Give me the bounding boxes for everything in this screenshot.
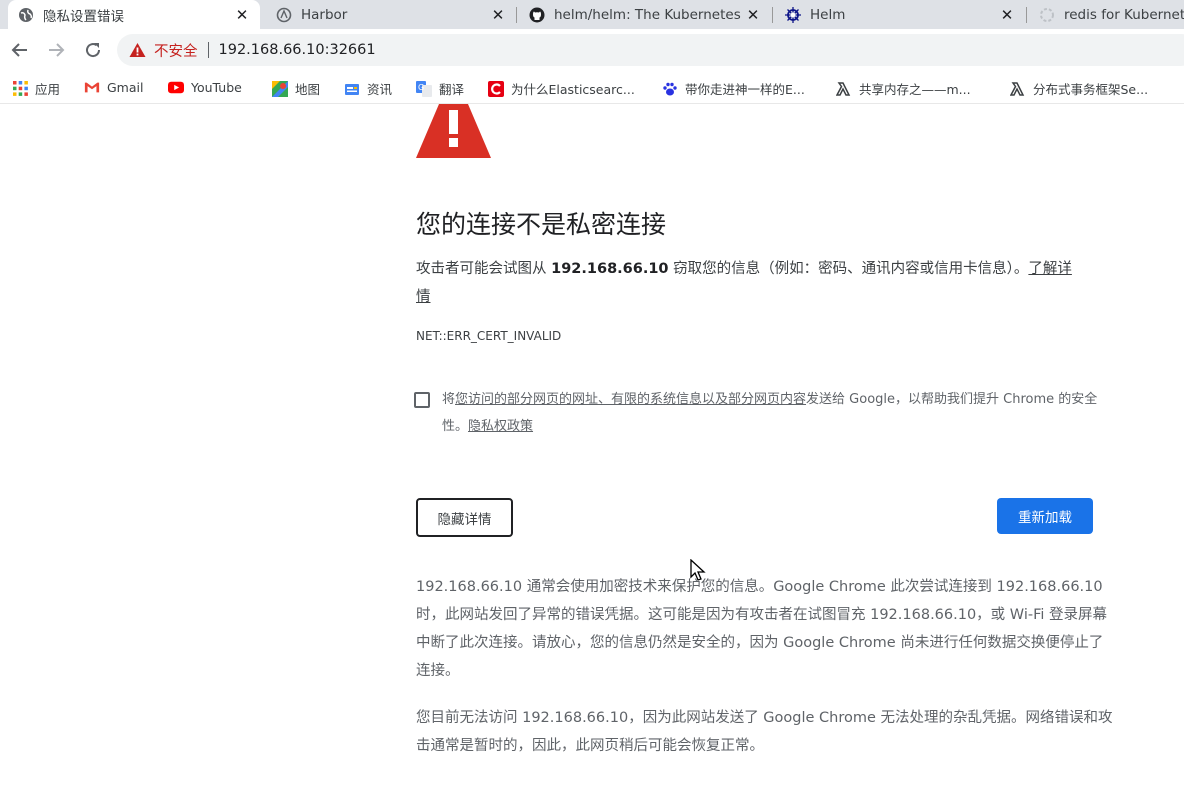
mouse-cursor-icon [690,558,706,583]
back-arrow-icon [11,43,27,57]
bookmark-distributed-tx[interactable]: 分布式事务框架Se... [1010,79,1148,98]
lambda-icon [1010,81,1026,97]
reload-page-button[interactable]: 重新加载 [997,498,1093,534]
bookmark-label: Gmail [107,79,144,95]
globe-icon [18,7,34,23]
not-secure-label[interactable]: 不安全 [154,40,198,61]
tab-title: 隐私设置错误 [43,8,124,25]
close-tab-icon[interactable]: ✕ [999,6,1015,24]
tab-helm-github[interactable]: helm/helm: The Kubernetes ✕ [519,0,771,29]
privacy-policy-link[interactable]: 隐私权政策 [468,419,533,434]
bookmark-apps[interactable]: 应用 [12,79,60,98]
bookmark-youtube[interactable]: YouTube [168,79,242,95]
forward-button[interactable] [43,37,69,63]
bookmark-baidu[interactable]: 带你走进神一样的E... [662,79,805,98]
forward-arrow-icon [49,43,65,57]
close-tab-icon[interactable]: ✕ [745,6,761,24]
github-icon [529,7,545,23]
tab-title: Harbor [301,6,348,23]
message-text: 窃取您的信息（例如：密码、通讯内容或信用卡信息）。 [668,261,1029,277]
tab-redis[interactable]: redis for Kubernetes [1029,0,1184,29]
url-text[interactable]: 192.168.66.10:32661 [219,42,376,58]
details-paragraph: 您目前无法访问 192.168.66.10，因为此网站发送了 Google Ch… [416,710,1113,754]
details-paragraph: 192.168.66.10 通常会使用加密技术来保护您的信息。Google Ch… [416,579,1107,679]
translate-icon: G [416,80,432,97]
tab-separator [772,7,773,23]
bookmark-label: YouTube [191,79,242,95]
host-name: 192.168.66.10 [551,261,669,277]
bookmark-label: 资讯 [367,82,393,97]
optin-label: 将您访问的部分网页的网址、有限的系统信息以及部分网页内容发送给 Google，以… [442,386,1102,440]
lambda-icon [836,81,852,97]
tab-helm[interactable]: Helm ✕ [775,0,1025,29]
warning-triangle-icon [416,104,491,158]
helm-icon [785,6,801,23]
hide-details-button[interactable]: 隐藏详情 [416,498,513,537]
error-code: NET::ERR_CERT_INVALID [416,329,562,343]
tab-separator [516,7,517,23]
bookmark-label: 翻译 [439,82,465,97]
tab-strip: 隐私设置错误 ✕ Harbor ✕ helm/helm: The Kuberne… [0,0,1184,29]
svg-text:G: G [418,83,424,92]
news-icon [344,81,360,97]
tab-privacy-error[interactable]: 隐私设置错误 ✕ [8,0,260,29]
tab-title: Helm [810,6,846,23]
bookmark-maps[interactable]: 地图 [272,79,320,98]
csdn-icon [488,80,504,97]
bookmark-translate[interactable]: G 翻译 [416,79,464,98]
refresh-icon [86,43,101,58]
bookmark-label: 共享内存之——m... [859,82,971,97]
bookmark-label: 分布式事务框架Se... [1033,82,1149,97]
warning-triangle-icon[interactable] [129,42,146,58]
reload-button[interactable] [80,37,106,63]
bookmark-shared-memory[interactable]: 共享内存之——m... [836,79,971,98]
tab-title: helm/helm: The Kubernetes [554,6,741,23]
back-button[interactable] [7,37,33,63]
page-title: 您的连接不是私密连接 [416,210,667,239]
close-tab-icon[interactable]: ✕ [490,6,506,24]
bookmark-label: 为什么Elasticsearc... [511,82,635,97]
youtube-icon [168,79,184,95]
loading-icon [1039,7,1055,23]
address-bar[interactable]: 不安全 192.168.66.10:32661 [117,34,1184,66]
tab-title: redis for Kubernetes [1064,6,1184,23]
bookmarks-bar: 应用 Gmail YouTube 地图 资讯 G 翻译 为什么Elasticse… [0,71,1184,104]
apps-grid-icon [12,81,28,97]
tab-harbor[interactable]: Harbor ✕ [266,0,516,29]
report-optin-checkbox[interactable] [414,392,430,408]
bookmark-label: 地图 [295,82,321,97]
close-tab-icon[interactable]: ✕ [234,6,250,24]
bookmark-elasticsearch[interactable]: 为什么Elasticsearc... [488,79,635,98]
main-message: 攻击者可能会试图从 192.168.66.10 窃取您的信息（例如：密码、通讯内… [416,255,1076,311]
message-text: 攻击者可能会试图从 [416,261,552,277]
maps-icon [272,80,288,97]
bookmark-gmail[interactable]: Gmail [84,79,143,95]
bookmark-news[interactable]: 资讯 [344,79,392,98]
optin-details-link[interactable]: 您访问的部分网页的网址、有限的系统信息以及部分网页内容 [455,392,806,407]
tab-separator [1026,7,1027,23]
browser-toolbar: 不安全 192.168.66.10:32661 [0,29,1184,71]
bookmark-label: 带你走进神一样的E... [685,82,805,97]
optin-text: 将 [442,392,456,407]
omnibox-divider [207,42,209,58]
bookmark-label: 应用 [35,82,61,97]
harbor-icon [276,7,292,23]
paw-icon [662,81,678,97]
gmail-icon [84,79,100,95]
